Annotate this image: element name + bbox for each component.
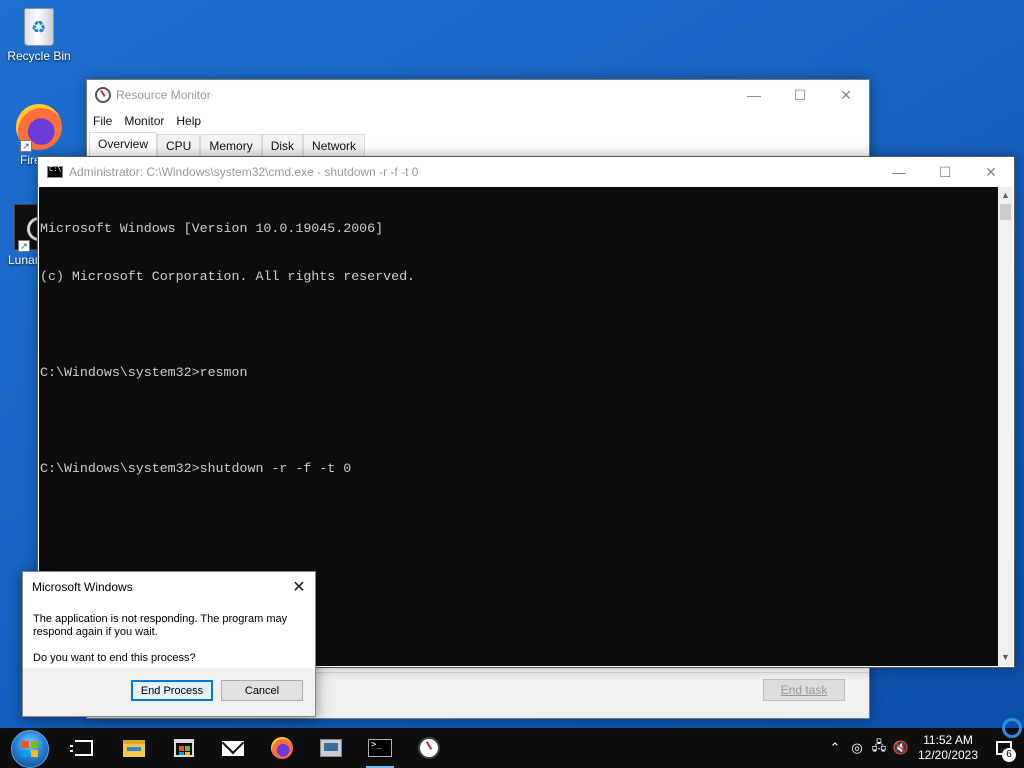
dialog-message: The application is not responding. The p… <box>33 613 288 638</box>
maximize-button[interactable]: ☐ <box>922 157 968 187</box>
command-prompt-icon[interactable] <box>366 735 394 768</box>
scroll-up-icon[interactable]: ▲ <box>998 187 1013 204</box>
maximize-button[interactable]: ☐ <box>777 80 823 110</box>
network-icon[interactable]: 🖧 <box>868 728 890 768</box>
resource-monitor-titlebar[interactable]: Resource Monitor — ☐ ✕ <box>87 80 869 110</box>
console-line: C:\Windows\system32>shutdown -r -f -t 0 <box>40 461 352 476</box>
dialog-body: The application is not responding. The p… <box>23 601 315 665</box>
end-process-button[interactable]: End Process <box>131 680 213 701</box>
notification-count-badge: 6 <box>1002 748 1016 762</box>
minimize-button[interactable]: — <box>731 80 777 110</box>
store-icon[interactable] <box>171 735 197 761</box>
command-prompt-icon <box>47 165 63 178</box>
tab-strip: Overview CPU Memory Disk Network <box>87 132 869 158</box>
window-title: Resource Monitor <box>116 88 211 102</box>
mail-icon[interactable] <box>220 735 246 761</box>
menu-file[interactable]: File <box>93 114 112 128</box>
end-task-button[interactable]: End task <box>763 679 845 701</box>
console-line: (c) Microsoft Corporation. All rights re… <box>40 269 416 284</box>
file-explorer-icon[interactable] <box>121 735 147 761</box>
shortcut-arrow-icon: ↗ <box>18 240 30 252</box>
close-button[interactable]: ✕ <box>823 80 869 110</box>
clock[interactable]: 11:52 AM 12/20/2023 <box>912 733 984 763</box>
cancel-button[interactable]: Cancel <box>221 680 303 701</box>
dialog-button-bar: End Process Cancel <box>23 668 315 716</box>
clock-date: 12/20/2023 <box>917 748 979 762</box>
desktop-icon-recycle-bin[interactable]: Recycle Bin <box>1 8 77 63</box>
dialog-title: Microsoft Windows <box>32 579 133 594</box>
recycle-bin-icon <box>24 8 54 46</box>
cortana-icon[interactable] <box>1002 718 1022 738</box>
desktop-icon-label: Recycle Bin <box>7 49 71 63</box>
volume-muted-icon[interactable]: 🔇 <box>890 728 912 768</box>
scroll-down-icon[interactable]: ▼ <box>998 649 1013 666</box>
taskbar: ⌃ ◎ 🖧 🔇 11:52 AM 12/20/2023 6 <box>0 728 1024 768</box>
scrollbar-thumb[interactable] <box>1000 204 1011 220</box>
shortcut-arrow-icon: ↗ <box>20 140 32 152</box>
tab-memory[interactable]: Memory <box>200 134 262 158</box>
tab-network[interactable]: Network <box>303 134 366 158</box>
tab-cpu[interactable]: CPU <box>157 134 201 158</box>
tab-overview[interactable]: Overview <box>89 132 158 158</box>
menu-monitor[interactable]: Monitor <box>124 114 164 128</box>
chevron-up-icon[interactable]: ⌃ <box>824 728 846 768</box>
resource-monitor-app-icon[interactable] <box>318 735 344 761</box>
menu-bar: File Monitor Help <box>87 110 869 132</box>
dialog-close-icon[interactable]: ✕ <box>283 572 315 601</box>
tab-disk[interactable]: Disk <box>261 134 304 158</box>
vertical-scrollbar[interactable]: ▲ ▼ <box>998 187 1013 666</box>
system-tray: ⌃ ◎ 🖧 🔇 11:52 AM 12/20/2023 6 <box>824 728 1024 768</box>
close-button[interactable]: ✕ <box>968 157 1014 187</box>
firefox-icon[interactable] <box>269 735 295 761</box>
task-view-icon[interactable] <box>70 735 97 761</box>
minimize-button[interactable]: — <box>876 157 922 187</box>
console-line: C:\Windows\system32>resmon <box>40 365 248 380</box>
meet-now-icon[interactable]: ◎ <box>846 728 868 768</box>
resource-monitor-icon <box>95 87 111 103</box>
menu-help[interactable]: Help <box>176 114 201 128</box>
resource-monitor-icon[interactable] <box>416 735 442 761</box>
dialog-question: Do you want to end this process? <box>33 652 196 664</box>
not-responding-dialog[interactable]: Microsoft Windows ✕ The application is n… <box>22 571 316 717</box>
start-icon[interactable] <box>11 730 49 768</box>
clock-time: 11:52 AM <box>923 733 973 747</box>
console-line: Microsoft Windows [Version 10.0.19045.20… <box>40 221 384 236</box>
command-prompt-titlebar[interactable]: Administrator: C:\Windows\system32\cmd.e… <box>38 157 1014 187</box>
window-title: Administrator: C:\Windows\system32\cmd.e… <box>69 165 419 179</box>
